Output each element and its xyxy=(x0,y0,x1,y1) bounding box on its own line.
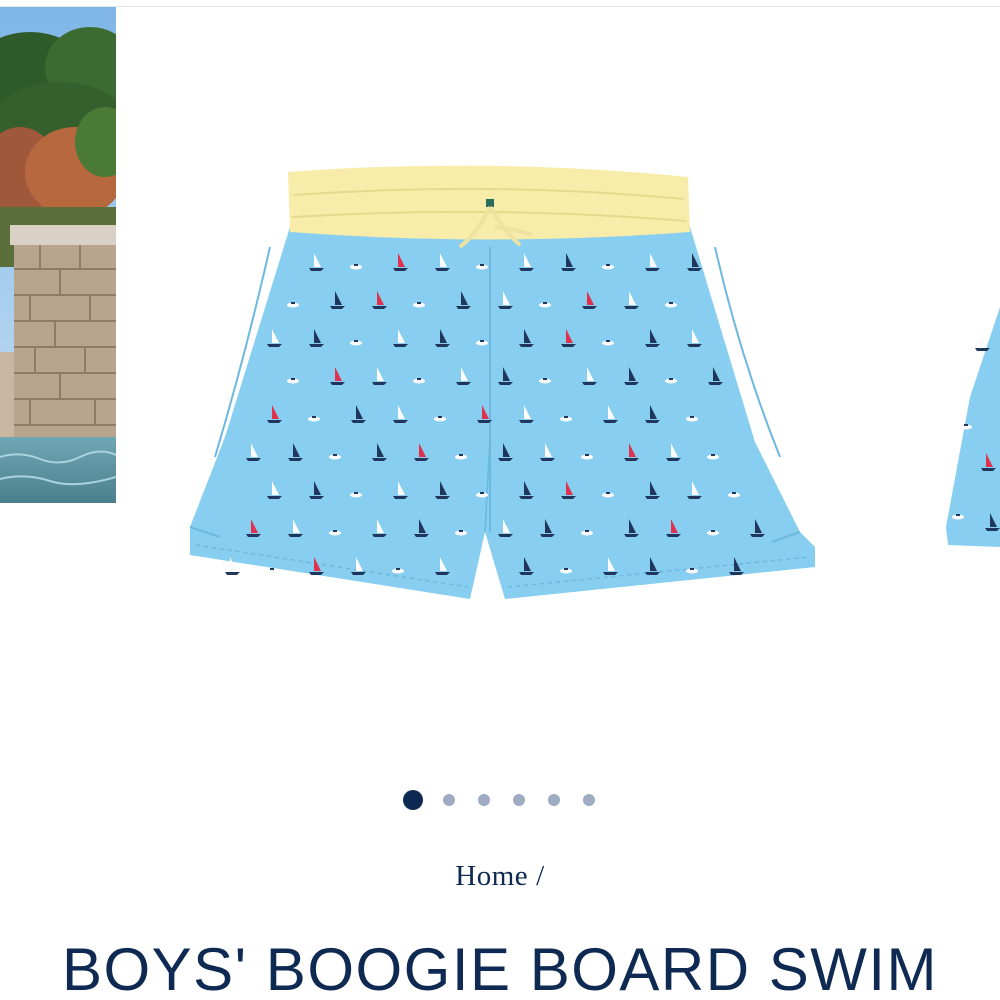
product-page: Home / BOYS' BOOGIE BOARD SWIM xyxy=(0,0,1000,1000)
breadcrumb: Home / xyxy=(0,860,1000,893)
gallery-dot-2[interactable] xyxy=(443,794,455,806)
gallery-slide-previous[interactable] xyxy=(0,7,116,503)
gallery-dot-4[interactable] xyxy=(513,794,525,806)
gallery-slide-current[interactable] xyxy=(160,137,840,627)
lifestyle-poolside-photo xyxy=(0,7,116,503)
header-divider xyxy=(0,0,1000,7)
product-shorts-front xyxy=(189,165,815,599)
gallery-dot-5[interactable] xyxy=(548,794,560,806)
breadcrumb-home-link[interactable]: Home xyxy=(455,860,528,892)
product-image-gallery[interactable] xyxy=(0,7,1000,767)
breadcrumb-separator: / xyxy=(536,860,545,892)
gallery-slide-next[interactable] xyxy=(930,287,1000,567)
gallery-dot-1[interactable] xyxy=(402,790,423,810)
product-shorts-side xyxy=(946,307,1000,547)
gallery-dot-3[interactable] xyxy=(478,794,490,806)
gallery-pagination xyxy=(0,788,1000,812)
product-title: BOYS' BOOGIE BOARD SWIM xyxy=(61,936,939,1000)
gallery-dot-6[interactable] xyxy=(583,794,595,806)
